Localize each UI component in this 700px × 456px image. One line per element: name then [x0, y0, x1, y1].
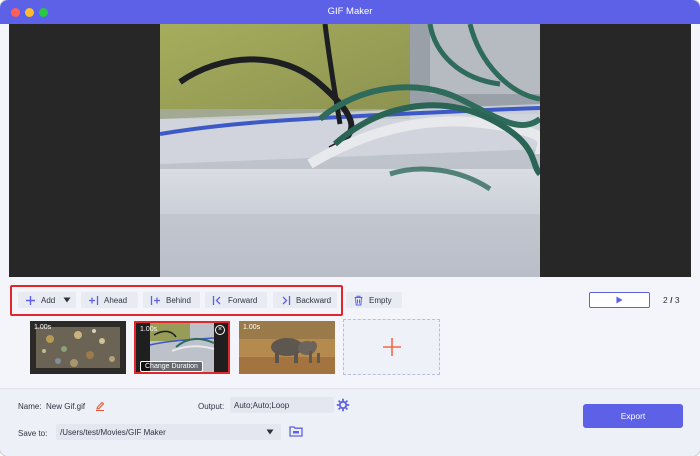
add-frame-tile[interactable] [343, 319, 440, 375]
frame-counter: 2 / 3 [663, 295, 680, 305]
thumbnail-2-selected[interactable]: 1.00s × Change Duration [134, 321, 230, 374]
save-path-field[interactable]: /Users/test/Movies/GIF Maker [56, 424, 281, 440]
chevron-down-icon[interactable] [266, 429, 274, 435]
thumbnail-2-duration: 1.00s [140, 326, 158, 333]
thumbnail-3[interactable]: 1.00s [239, 321, 335, 374]
frame-separator: / [670, 295, 673, 305]
preview-area [9, 24, 691, 277]
preview-frame-image [160, 24, 540, 277]
thumbnail-1-duration: 1.00s [34, 324, 52, 331]
window-title: GIF Maker [327, 6, 373, 17]
video-preview [160, 24, 540, 277]
gif-maker-window: GIF Maker Add Ahead Behind Forward Backw… [0, 0, 700, 456]
name-label: Name: [18, 402, 42, 411]
output-field[interactable]: Auto;Auto;Loop [230, 397, 334, 413]
save-to-label: Save to: [18, 429, 48, 438]
edit-name-icon[interactable] [95, 401, 105, 413]
empty-button[interactable]: Empty [346, 292, 402, 308]
trash-icon [351, 293, 365, 307]
export-button[interactable]: Export [583, 404, 683, 428]
add-plus-icon [382, 338, 401, 356]
title-bar: GIF Maker [0, 0, 700, 24]
play-icon [616, 296, 623, 304]
current-frame: 2 [663, 295, 668, 305]
output-settings-gear-icon[interactable] [336, 398, 350, 414]
thumbnail-3-duration: 1.00s [243, 324, 261, 331]
remove-thumbnail-icon[interactable]: × [215, 325, 225, 335]
output-value: Auto;Auto;Loop [234, 400, 290, 410]
save-path-value: /Users/test/Movies/GIF Maker [60, 427, 166, 437]
thumbnail-1[interactable]: 1.00s [30, 321, 126, 374]
name-value: New Gif.gif [46, 402, 86, 411]
toolbar-highlight-box [10, 285, 343, 316]
total-frames: 3 [674, 295, 680, 305]
play-button[interactable] [589, 292, 650, 308]
open-folder-icon[interactable] [289, 425, 303, 439]
empty-button-label: Empty [369, 295, 392, 305]
output-label: Output: [198, 402, 225, 411]
change-duration-button[interactable]: Change Duration [140, 361, 203, 372]
